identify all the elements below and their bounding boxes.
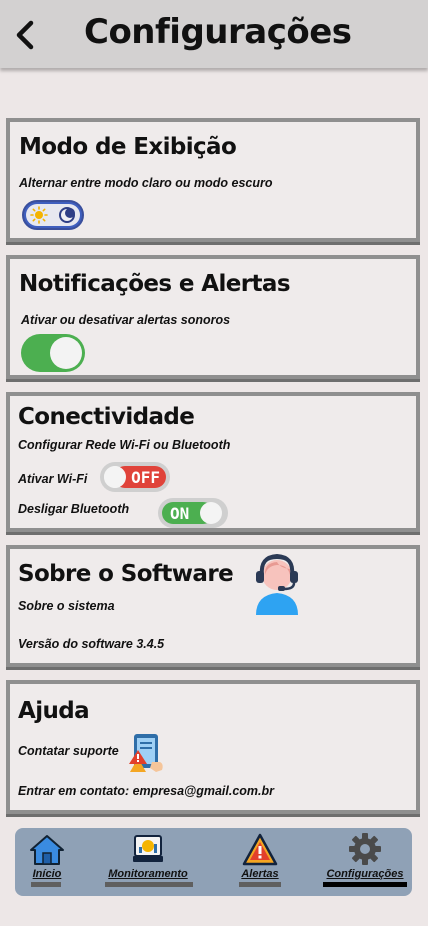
nav-monitoring[interactable]: Monitoramento: [103, 828, 193, 896]
display-mode-title: Modo de Exibição: [19, 134, 237, 160]
app-header: Configurações: [0, 0, 428, 68]
display-mode-card: Modo de Exibição Alternar entre modo cla…: [6, 118, 420, 242]
connectivity-description: Configurar Rede Wi-Fi ou Bluetooth: [18, 438, 231, 452]
wifi-toggle-knob-front: [104, 466, 126, 488]
nav-alerts-label: Alertas: [241, 868, 279, 880]
help-title: Ajuda: [18, 698, 90, 724]
alerts-toggle[interactable]: [21, 334, 85, 372]
bluetooth-toggle-knob: [200, 502, 222, 524]
nav-settings[interactable]: Configurações: [323, 828, 407, 896]
support-agent-icon: [256, 553, 298, 615]
nav-home-underline: [31, 882, 61, 887]
wifi-toggle[interactable]: OFF: [100, 462, 170, 492]
about-card: Sobre o Software Sobre o sistema Versão …: [6, 545, 420, 667]
nav-alerts-underline: [239, 882, 281, 887]
theme-toggle[interactable]: [22, 200, 84, 230]
connectivity-title: Conectividade: [18, 404, 195, 430]
theme-toggle-track: [26, 204, 80, 226]
alerts-toggle-knob: [50, 337, 82, 369]
nav-alerts[interactable]: Alertas: [237, 828, 283, 896]
nav-home[interactable]: Início: [27, 828, 67, 896]
help-description: Contatar suporte: [18, 744, 119, 758]
nav-settings-label: Configurações: [326, 868, 404, 880]
warning-icon: [242, 833, 278, 866]
chevron-left-icon: [16, 20, 34, 50]
display-mode-description: Alternar entre modo claro ou modo escuro: [19, 176, 273, 190]
help-contact: Entrar em contato: empresa@gmail.com.br: [18, 784, 275, 798]
support-ticket-icon[interactable]: [128, 732, 166, 774]
moon-icon: [59, 207, 75, 223]
notifications-title: Notificações e Alertas: [19, 271, 291, 297]
connectivity-card: Conectividade Configurar Rede Wi-Fi ou B…: [6, 392, 420, 532]
bluetooth-state-label: ON: [170, 503, 190, 523]
about-description: Sobre o sistema: [18, 599, 115, 613]
about-title: Sobre o Software: [18, 561, 234, 587]
notifications-description: Ativar ou desativar alertas sonoros: [21, 313, 231, 327]
sun-icon: [30, 206, 48, 224]
nav-monitoring-label: Monitoramento: [108, 868, 188, 880]
nav-home-label: Início: [32, 868, 62, 880]
back-button[interactable]: [12, 18, 38, 52]
bottom-navigation: Início Monitoramento Alertas Configuraçõ…: [15, 828, 412, 896]
bluetooth-toggle[interactable]: ON: [158, 498, 228, 528]
monitoring-icon: [133, 835, 163, 862]
software-version: Versão do software 3.4.5: [18, 637, 165, 651]
home-icon: [30, 835, 64, 865]
nav-monitoring-underline: [105, 882, 193, 887]
bluetooth-label: Desligar Bluetooth: [18, 502, 130, 516]
help-card: Ajuda Contatar suporte Entrar em contato…: [6, 680, 420, 814]
page-title: Configurações: [84, 12, 352, 52]
wifi-state-label: OFF: [131, 467, 160, 487]
gear-icon: [349, 833, 381, 865]
notifications-card: Notificações e Alertas Ativar ou desativ…: [6, 255, 420, 379]
nav-settings-underline: [323, 882, 407, 887]
wifi-label: Ativar Wi-Fi: [18, 472, 88, 486]
